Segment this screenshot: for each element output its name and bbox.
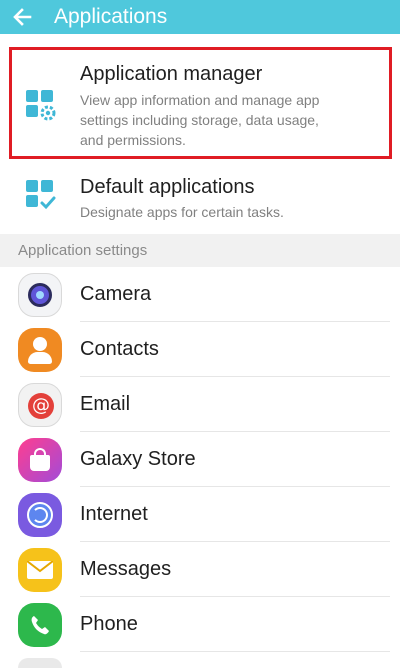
messages-icon — [18, 548, 62, 592]
screen: Applications Application manager View ap… — [0, 0, 400, 668]
app-row-galaxy-store[interactable]: Galaxy Store — [0, 432, 400, 487]
section-title: Application settings — [18, 242, 148, 259]
default-applications-item[interactable]: Default applications Designate apps for … — [0, 164, 400, 234]
default-applications-title: Default applications — [80, 176, 255, 198]
back-button[interactable] — [0, 0, 44, 34]
app-label: Galaxy Store — [80, 448, 196, 470]
contacts-icon — [18, 328, 62, 372]
app-row-phone[interactable]: Phone — [0, 597, 400, 652]
page-title: Applications — [54, 5, 168, 28]
grid-check-icon — [26, 180, 56, 210]
app-label: Email — [80, 393, 131, 415]
app-row-internet[interactable]: Internet — [0, 487, 400, 542]
app-row-email[interactable]: @ Email — [0, 377, 400, 432]
app-label: Internet — [80, 503, 148, 525]
default-applications-subtitle: Designate apps for certain tasks. — [80, 204, 284, 220]
email-icon: @ — [18, 383, 62, 427]
camera-icon — [18, 273, 62, 317]
section-header: Application settings — [0, 234, 400, 267]
back-arrow-icon — [13, 8, 32, 26]
app-row-messages[interactable]: Messages — [0, 542, 400, 597]
divider — [80, 651, 390, 652]
app-label: Messages — [80, 558, 172, 580]
app-row-contacts[interactable]: Contacts — [0, 322, 400, 377]
app-label: Camera — [80, 283, 152, 305]
galaxy-store-icon — [18, 438, 62, 482]
internet-icon — [18, 493, 62, 537]
highlight-box — [9, 47, 392, 159]
partial-app-icon — [18, 658, 62, 668]
app-label: Phone — [80, 613, 138, 635]
app-bar: Applications — [0, 0, 400, 34]
phone-icon — [18, 603, 62, 647]
app-row-camera[interactable]: Camera — [0, 267, 400, 322]
app-label: Contacts — [80, 338, 159, 360]
